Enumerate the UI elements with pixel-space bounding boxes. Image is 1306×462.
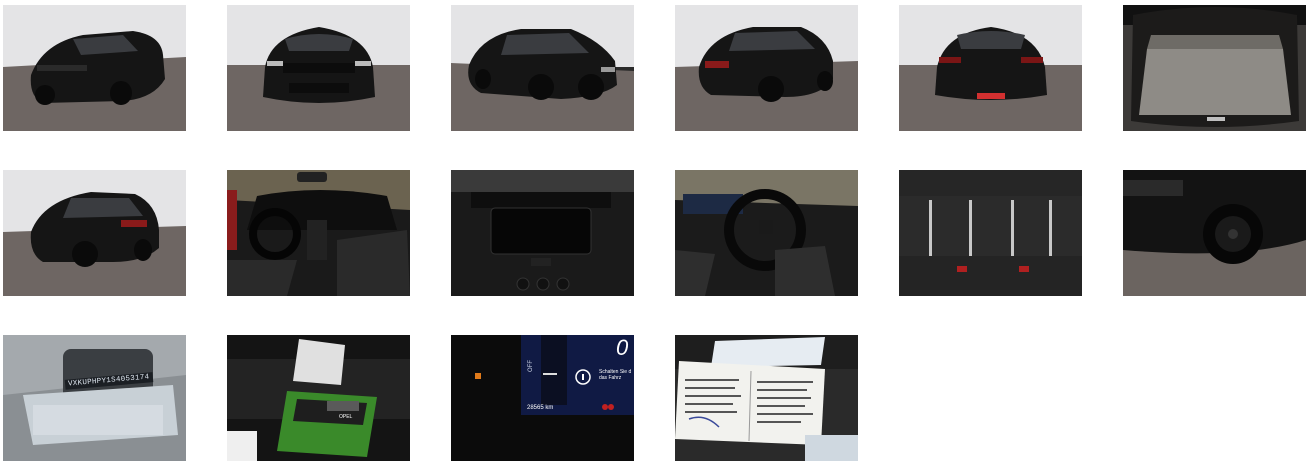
photo-front-left[interactable]	[3, 5, 186, 131]
photo-rear-seats[interactable]	[899, 170, 1082, 296]
wheel-detail-image	[1123, 170, 1306, 296]
photo-wheel-detail[interactable]	[1123, 170, 1306, 296]
dashboard-display-image: 0	[451, 335, 634, 461]
photo-gallery: VXKUPHPY1S4053174 OPEL 0 OFF Schalten Si…	[3, 5, 1306, 461]
documents-seat-image	[227, 335, 410, 461]
photo-infotainment[interactable]	[451, 170, 634, 296]
steering-wheel-image	[675, 170, 858, 296]
display-info-message: Schalten Sie d das Fahrz	[599, 369, 632, 381]
opel-label: OPEL	[339, 414, 353, 420]
car-side-image	[451, 5, 634, 131]
car-rear-left-image	[675, 5, 858, 131]
svg-text:0: 0	[616, 335, 629, 360]
photo-interior-cockpit[interactable]	[227, 170, 410, 296]
service-booklet-image	[675, 335, 858, 461]
interior-cockpit-image	[227, 170, 410, 296]
photo-documents-seat[interactable]: OPEL	[227, 335, 410, 461]
photo-front[interactable]	[227, 5, 410, 131]
photo-rear-left-2[interactable]	[3, 170, 186, 296]
rear-seats-image	[899, 170, 1082, 296]
odometer-readout: 28565 km	[527, 405, 554, 411]
photo-service-booklet[interactable]	[675, 335, 858, 461]
display-off-label: OFF	[528, 360, 534, 372]
car-rear-left-2-image	[3, 170, 186, 296]
photo-vin-plate[interactable]: VXKUPHPY1S4053174	[3, 335, 186, 461]
photo-trunk[interactable]	[1123, 5, 1306, 131]
car-front-image	[227, 5, 410, 131]
photo-side-front-right[interactable]	[451, 5, 634, 131]
photo-steering-wheel[interactable]	[675, 170, 858, 296]
vin-plate-image	[3, 335, 186, 461]
photo-dashboard-display[interactable]: 0 OFF Schalten Sie d das Fahrz 28565 km	[451, 335, 634, 461]
car-front-left-image	[3, 5, 186, 131]
infotainment-image	[451, 170, 634, 296]
trunk-image	[1123, 5, 1306, 131]
car-rear-image	[899, 5, 1082, 131]
photo-rear-left[interactable]	[675, 5, 858, 131]
photo-rear[interactable]	[899, 5, 1082, 131]
